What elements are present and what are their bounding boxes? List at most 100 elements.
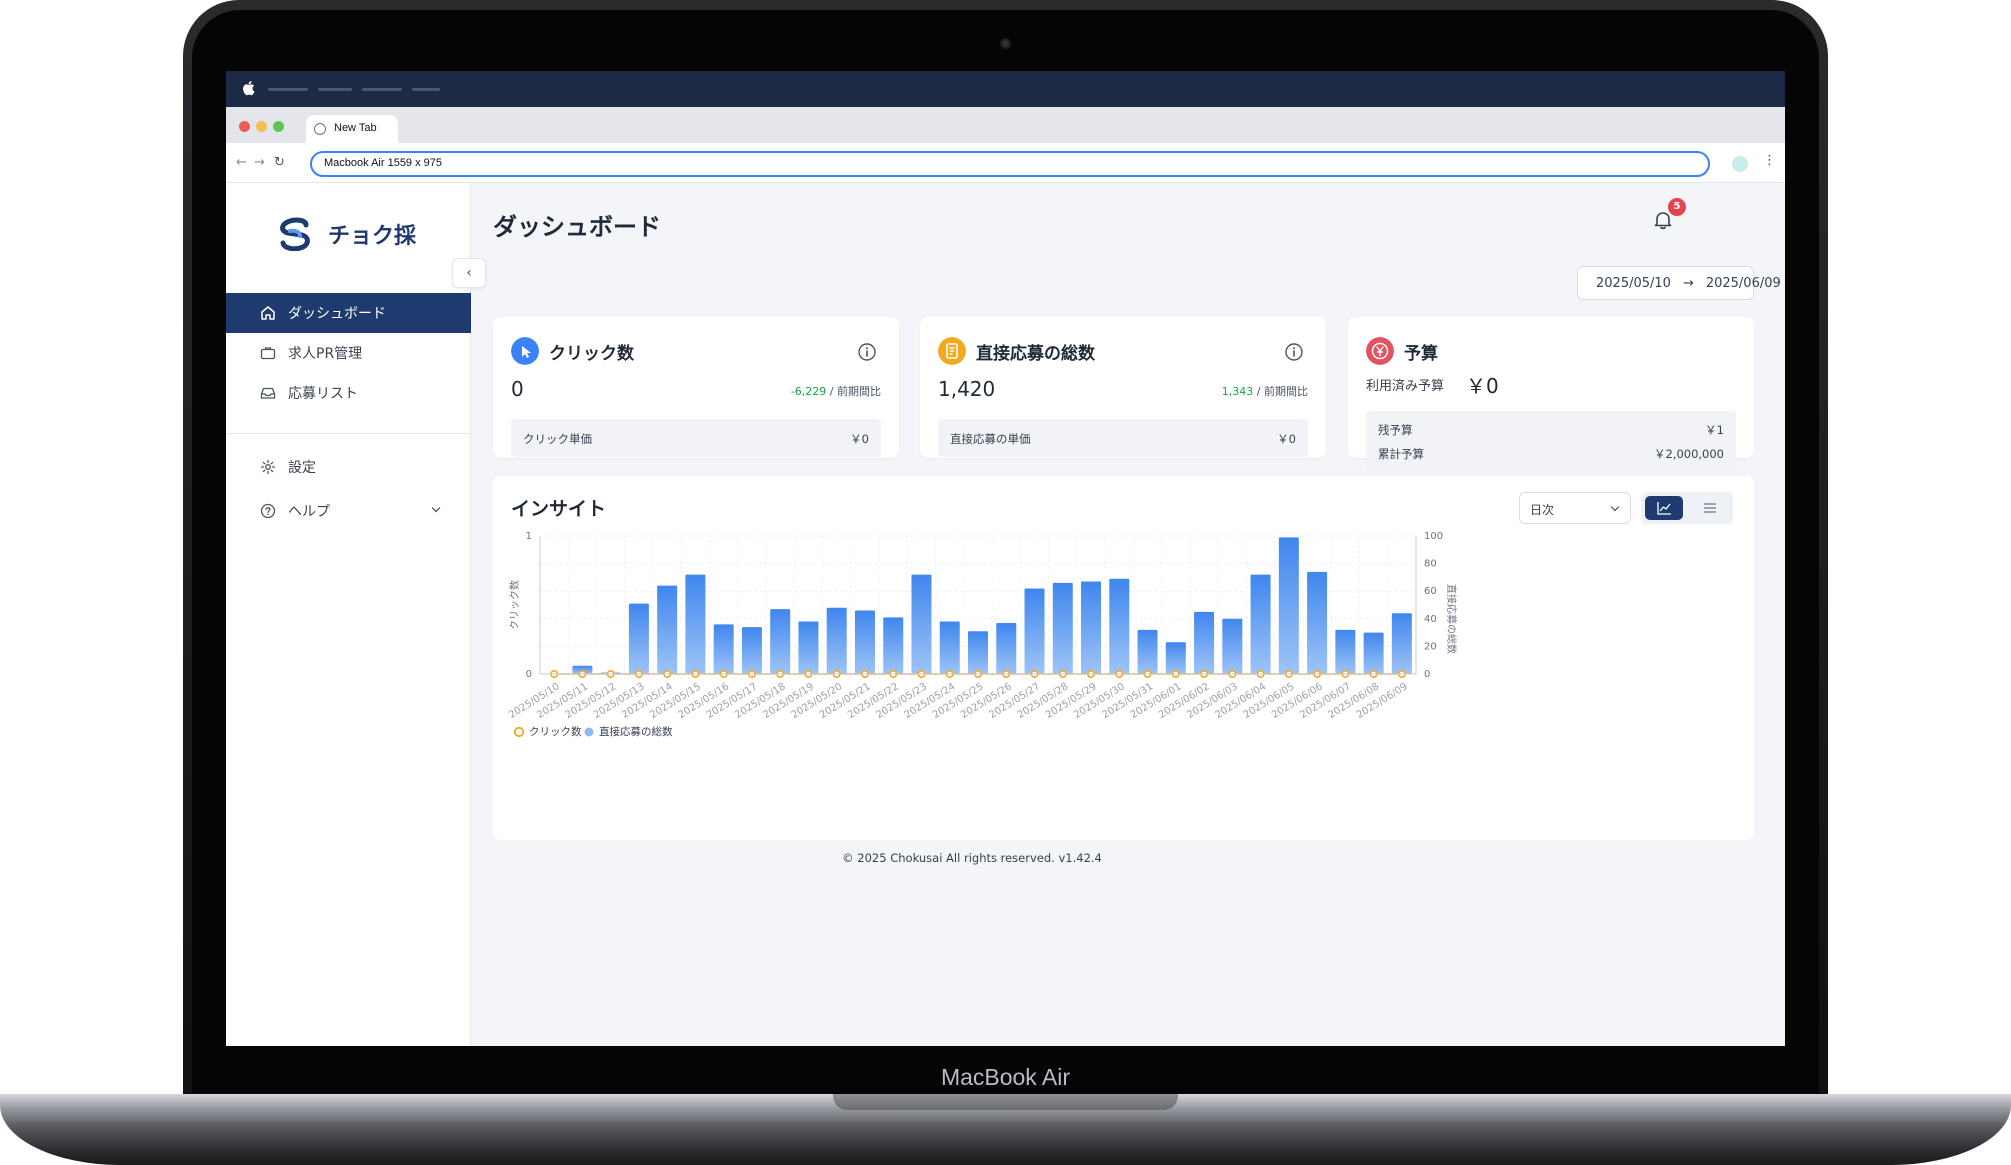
- sidebar-item-label: 求人PR管理: [288, 346, 363, 362]
- maximize-window-button[interactable]: [273, 121, 284, 132]
- screen: New Tab ← → ↻ Macbook Air 1559 x 975 ⋮ チ…: [226, 71, 1785, 1046]
- info-icon[interactable]: [1284, 342, 1304, 362]
- home-icon: [261, 306, 275, 320]
- brand-logo[interactable]: チョク採: [276, 217, 416, 251]
- bar: [741, 627, 762, 674]
- minimize-window-button[interactable]: [256, 121, 267, 132]
- y-axis-title-left: クリック数: [508, 580, 521, 630]
- profile-avatar[interactable]: [1732, 156, 1748, 172]
- y-axis-title-right: 直接応募の総数: [1445, 584, 1458, 654]
- sidebar-item-applications[interactable]: 応募リスト: [226, 373, 471, 413]
- y-tick-label-right: 40: [1424, 614, 1437, 625]
- sidebar-item-help[interactable]: ヘルプ: [226, 491, 471, 531]
- remaining-budget-label: 残予算: [1378, 423, 1413, 437]
- globe-icon: [314, 123, 326, 135]
- os-menubar: [226, 71, 1785, 107]
- sidebar: チョク採 ダッシュボード 求人PR管理 応募リスト 設定 ヘルプ: [226, 183, 471, 1046]
- legend-label: 直接応募の総数: [599, 725, 673, 738]
- menu-placeholder[interactable]: [268, 88, 308, 91]
- budget-card: 予算 利用済み予算 ￥0 残予算 ￥1 累計予算 ￥2,000,000: [1348, 317, 1754, 475]
- sidebar-item-label: ヘルプ: [288, 504, 330, 520]
- sidebar-item-job-pr[interactable]: 求人PR管理: [226, 333, 471, 373]
- arrow-right-icon: →: [1682, 275, 1694, 291]
- y-tick-label-left: 0: [526, 669, 532, 680]
- applications-value: 1,420: [938, 377, 996, 401]
- bar: [1250, 574, 1271, 674]
- question-icon: [260, 503, 276, 519]
- main-content: ダッシュボード 5 2025/05/10 → 2025/06/09 クリック数 …: [472, 183, 1785, 1046]
- delta-suffix: / 前期間比: [826, 385, 881, 398]
- bar: [713, 624, 734, 674]
- forward-icon[interactable]: →: [254, 155, 265, 170]
- bar: [1391, 613, 1412, 674]
- clicks-delta: -6,229 / 前期間比: [791, 383, 881, 399]
- menu-placeholder[interactable]: [362, 88, 402, 91]
- bar: [1109, 578, 1130, 674]
- address-bar[interactable]: Macbook Air 1559 x 975: [310, 151, 1710, 177]
- gear-icon: [260, 459, 276, 475]
- address-text: Macbook Air 1559 x 975: [324, 157, 443, 169]
- delta-value: -6,229: [790, 385, 827, 398]
- more-options-icon[interactable]: ⋮: [1763, 153, 1776, 168]
- menu-placeholder[interactable]: [318, 88, 352, 91]
- info-icon[interactable]: [857, 342, 877, 362]
- sub-label: クリック単価: [523, 432, 592, 446]
- camera-icon: [1000, 38, 1011, 49]
- inbox-icon: [260, 387, 276, 399]
- bar: [854, 610, 875, 674]
- chart-legend: クリック数 直接応募の総数: [513, 725, 673, 738]
- reload-icon[interactable]: ↻: [274, 155, 285, 170]
- date-range-picker[interactable]: 2025/05/10 → 2025/06/09: [1577, 266, 1781, 300]
- briefcase-icon: [260, 347, 276, 360]
- bar: [1335, 629, 1356, 674]
- bar: [1307, 571, 1328, 674]
- applications-delta: 1,343 / 前期間比: [1222, 383, 1308, 399]
- browser-tab[interactable]: New Tab: [306, 115, 398, 143]
- bar: [770, 609, 791, 674]
- device-label: MacBook Air: [940, 1064, 1071, 1090]
- browser-toolbar: ← → ↻ Macbook Air 1559 x 975 ⋮: [226, 143, 1785, 183]
- bar: [996, 622, 1017, 674]
- notification-badge: 5: [1668, 198, 1686, 216]
- y-tick-label-right: 20: [1424, 641, 1437, 652]
- cost-per-application-row: 直接応募の単価 ￥0: [938, 419, 1308, 457]
- clicks-card: クリック数 0 -6,229 / 前期間比 クリック単価 ￥0: [493, 317, 899, 458]
- collapse-sidebar-button[interactable]: ‹: [452, 258, 486, 288]
- page-title: ダッシュボード: [493, 213, 661, 241]
- legend-label: クリック数: [529, 725, 582, 738]
- bar: [1222, 618, 1243, 674]
- budget-details: 残予算 ￥1 累計予算 ￥2,000,000: [1366, 411, 1736, 475]
- browser-tabstrip: New Tab: [226, 107, 1785, 143]
- bar: [911, 574, 932, 674]
- bar: [628, 603, 649, 674]
- insight-chart: 01020406080100クリック数 直接応募の総数2025/05/102025…: [507, 531, 1458, 738]
- apple-icon[interactable]: [242, 80, 256, 96]
- close-window-button[interactable]: [239, 121, 250, 132]
- bar: [1194, 611, 1215, 674]
- sidebar-item-dashboard[interactable]: ダッシュボード: [226, 293, 471, 333]
- menu-placeholder[interactable]: [412, 88, 440, 91]
- back-icon[interactable]: ←: [236, 155, 247, 170]
- y-tick-label-right: 100: [1424, 531, 1443, 542]
- bar: [1081, 581, 1102, 674]
- y-tick-label-right: 60: [1424, 586, 1437, 597]
- total-budget-value: ￥2,000,000: [1653, 447, 1724, 461]
- total-budget-label: 累計予算: [1378, 447, 1424, 461]
- card-title: 直接応募の総数: [976, 344, 1095, 364]
- chevron-down-icon: [431, 507, 441, 513]
- bar: [1137, 629, 1158, 674]
- budget-used-label: 利用済み予算: [1366, 379, 1445, 394]
- sub-value: ￥0: [1277, 432, 1296, 446]
- card-title: クリック数: [549, 344, 634, 364]
- bar: [685, 574, 706, 674]
- y-tick-label-left: 1: [526, 531, 532, 542]
- sidebar-item-settings[interactable]: 設定: [226, 447, 471, 487]
- bar: [826, 607, 847, 674]
- bar: [968, 631, 988, 674]
- card-title: 予算: [1404, 344, 1438, 364]
- footer: © 2025 Chokusai All rights reserved. v1.…: [842, 851, 1102, 865]
- insight-panel: インサイト 日次 0 1 0 20 40 60 80 100 クリック数 直接応…: [493, 476, 1754, 840]
- bar: [1363, 632, 1384, 674]
- sidebar-item-label: 応募リスト: [288, 386, 358, 402]
- date-start: 2025/05/10: [1596, 275, 1671, 291]
